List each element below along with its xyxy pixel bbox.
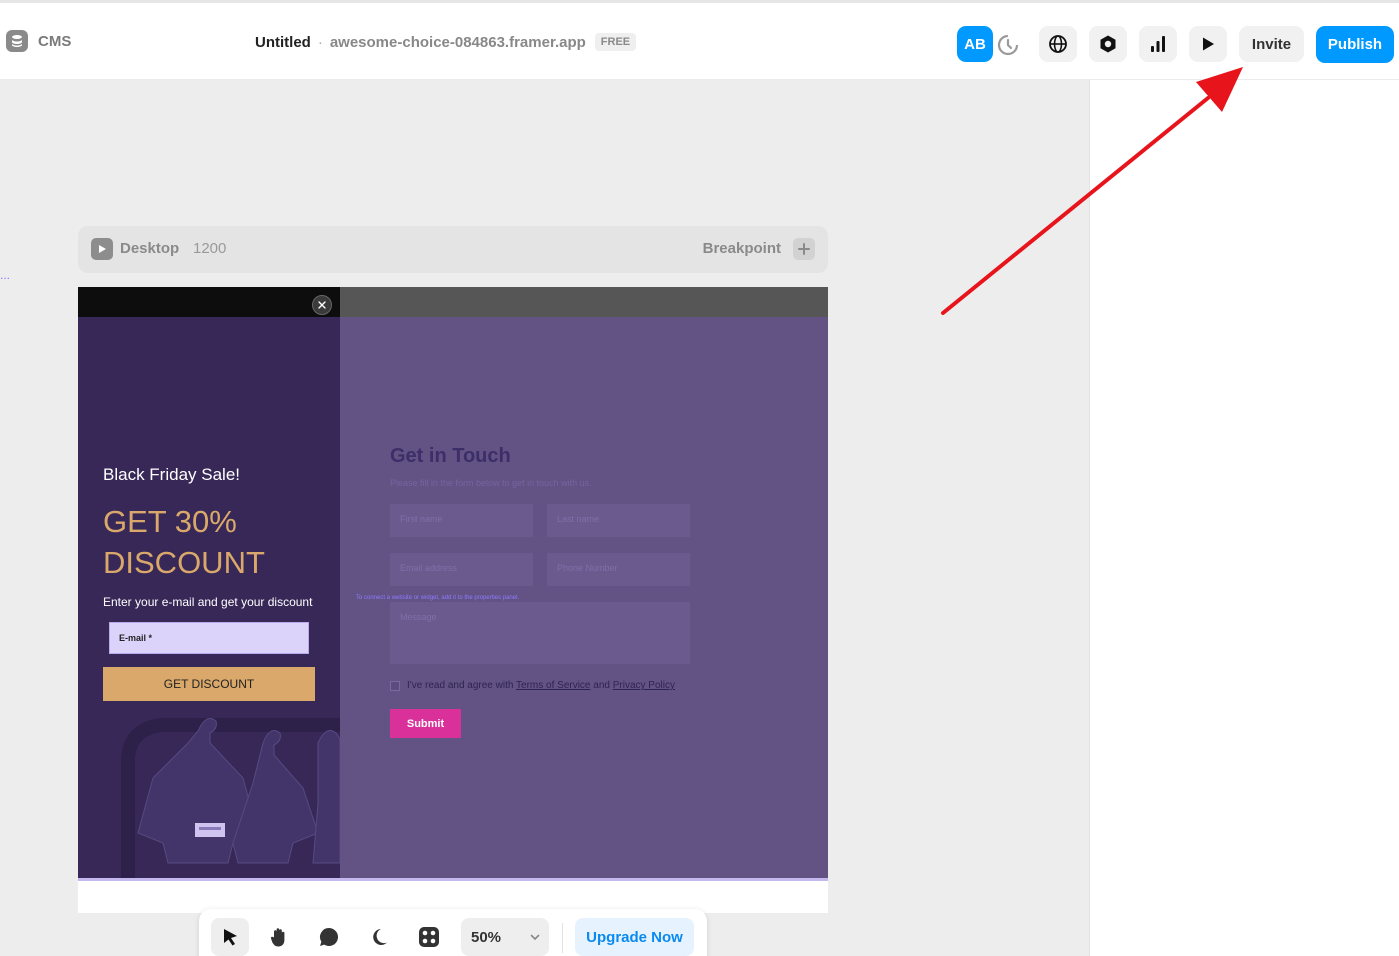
desktop-frame[interactable]: Black Friday Sale! GET 30% DISCOUNT Ente… [78, 287, 828, 913]
plus-icon [798, 243, 810, 255]
apps-icon [419, 927, 439, 947]
email-field[interactable]: E-mail * [109, 622, 309, 654]
comment-icon [320, 928, 339, 946]
site-domain[interactable]: awesome-choice-084863.framer.app [330, 34, 586, 51]
globe-icon [1049, 35, 1067, 53]
design-canvas[interactable]: ... Desktop 1200 Breakpoint Black Friday… [0, 80, 1089, 956]
breakpoint-name[interactable]: Desktop [120, 240, 179, 257]
breakpoint-width: 1200 [193, 240, 227, 257]
chevron-down-icon [530, 934, 540, 941]
toolbar-divider [562, 923, 563, 953]
agree-and: and [593, 680, 610, 691]
hand-tool[interactable] [260, 918, 298, 956]
title-separator: · [317, 33, 323, 51]
database-icon [6, 30, 28, 52]
hand-icon [270, 928, 285, 947]
breakpoint-header: Desktop 1200 Breakpoint [78, 226, 828, 273]
hangers-image [121, 718, 340, 878]
form-title: Get in Touch [390, 445, 511, 467]
discount-headline: GET 30% DISCOUNT [103, 504, 265, 580]
email-address-field[interactable]: Email address [390, 553, 533, 586]
bottom-toolbar: 50% Upgrade Now [199, 909, 707, 956]
preview-frame-button[interactable] [91, 238, 113, 260]
frame-top-bar-left [78, 287, 340, 317]
frame-top-bar-right [340, 287, 828, 317]
cms-label: CMS [38, 32, 72, 50]
submit-button[interactable]: Submit [390, 709, 461, 738]
theme-tool[interactable] [360, 918, 398, 956]
upgrade-button[interactable]: Upgrade Now [575, 918, 694, 956]
document-title[interactable]: Untitled [255, 34, 311, 51]
select-arrow-icon [224, 929, 237, 946]
terms-link[interactable]: Terms of Service [516, 680, 590, 691]
form-subtitle: Please fill in the form below to get in … [390, 478, 592, 488]
widget-hint: To connect a website or widget, add it t… [356, 595, 520, 601]
apps-tool[interactable] [410, 918, 448, 956]
select-tool[interactable] [211, 918, 249, 956]
comment-tool[interactable] [310, 918, 348, 956]
bar-chart-icon [1151, 36, 1165, 52]
settings-button[interactable] [1089, 26, 1127, 62]
message-field[interactable]: Message [390, 602, 690, 664]
zoom-level: 50% [471, 929, 502, 946]
privacy-link[interactable]: Privacy Policy [613, 680, 675, 691]
first-name-field[interactable]: First name [390, 504, 533, 537]
analytics-button[interactable] [1139, 26, 1177, 62]
preview-button[interactable] [1189, 26, 1227, 62]
project-title[interactable]: Untitled · awesome-choice-084863.framer.… [255, 33, 637, 51]
last-name-field[interactable]: Last name [547, 504, 690, 537]
left-panel-handle[interactable]: ... [0, 268, 10, 282]
plan-badge: FREE [594, 33, 637, 51]
sale-heading: Black Friday Sale! [103, 465, 240, 484]
play-icon [99, 245, 106, 253]
add-breakpoint-button[interactable] [793, 238, 815, 260]
ab-test-button[interactable]: AB [957, 26, 993, 62]
close-icon[interactable] [312, 295, 332, 315]
hexagon-settings-icon [1100, 35, 1116, 53]
discount-prompt: Enter your e-mail and get your discount [103, 595, 313, 609]
history-icon[interactable] [994, 31, 1022, 59]
top-bar: CMS Untitled · awesome-choice-084863.fra… [0, 0, 1399, 80]
cms-button[interactable]: CMS [6, 30, 71, 52]
moon-icon [373, 929, 387, 945]
phone-number-field[interactable]: Phone Number [547, 553, 690, 586]
globe-button[interactable] [1039, 26, 1077, 62]
agree-prefix: I've read and agree with [407, 680, 514, 691]
agree-checkbox[interactable] [390, 681, 400, 691]
discount-popup[interactable]: Black Friday Sale! GET 30% DISCOUNT Ente… [78, 317, 340, 878]
add-breakpoint-label[interactable]: Breakpoint [703, 240, 781, 257]
play-icon [1203, 37, 1214, 51]
properties-panel[interactable] [1089, 80, 1399, 956]
agree-text: I've read and agree with Terms of Servic… [407, 680, 675, 691]
publish-button[interactable]: Publish [1316, 26, 1394, 63]
frame-divider [78, 878, 828, 881]
contact-form-section[interactable]: Get in Touch Please fill in the form bel… [340, 317, 828, 878]
zoom-select[interactable]: 50% [461, 918, 549, 956]
get-discount-button[interactable]: GET DISCOUNT [103, 667, 315, 701]
invite-button[interactable]: Invite [1239, 26, 1304, 62]
